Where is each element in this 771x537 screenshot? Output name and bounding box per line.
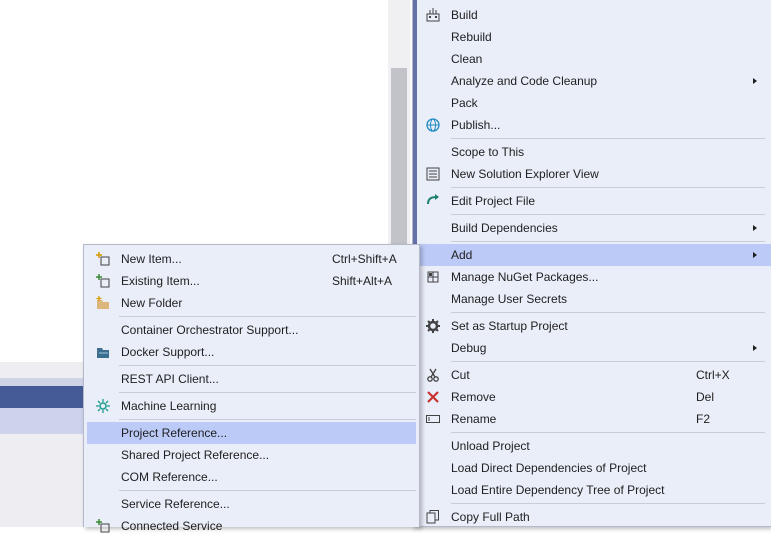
menu-item-set-startup-project[interactable]: Set as Startup Project xyxy=(417,315,771,337)
connected-service-icon xyxy=(95,519,111,533)
menu-item-analyze-code-cleanup[interactable]: Analyze and Code Cleanup xyxy=(417,70,771,92)
menu-item-unload-project[interactable]: Unload Project xyxy=(417,435,771,457)
submenu-item-container-orchestrator[interactable]: Container Orchestrator Support... xyxy=(87,319,416,341)
menu-item-load-direct-dependencies[interactable]: Load Direct Dependencies of Project xyxy=(417,457,771,479)
menu-item-clean[interactable]: Clean xyxy=(417,48,771,70)
submenu-item-shared-project-reference[interactable]: Shared Project Reference... xyxy=(87,444,416,466)
menu-item-build-dependencies[interactable]: Build Dependencies xyxy=(417,217,771,239)
menu-item-remove[interactable]: Remove Del xyxy=(417,386,771,408)
scissors-icon xyxy=(425,368,441,382)
menu-item-cut[interactable]: Cut Ctrl+X xyxy=(417,364,771,386)
menu-separator xyxy=(451,138,765,139)
menu-separator xyxy=(119,365,416,366)
docker-icon xyxy=(95,345,111,359)
new-folder-icon xyxy=(95,296,111,310)
submenu-item-docker-support[interactable]: Docker Support... xyxy=(87,341,416,363)
copy-icon xyxy=(425,510,441,524)
menu-item-manage-user-secrets[interactable]: Manage User Secrets xyxy=(417,288,771,310)
submenu-item-existing-item[interactable]: Existing Item... Shift+Alt+A xyxy=(87,270,416,292)
submenu-item-new-folder[interactable]: New Folder xyxy=(87,292,416,314)
edit-project-icon xyxy=(425,194,441,208)
add-submenu: New Item... Ctrl+Shift+A Existing Item..… xyxy=(83,244,420,533)
project-context-menu: Build Rebuild Clean Analyze and Code Cle… xyxy=(412,0,771,527)
submenu-item-project-reference[interactable]: Project Reference... xyxy=(87,422,416,444)
menu-separator xyxy=(119,419,416,420)
menu-separator xyxy=(119,316,416,317)
submenu-item-machine-learning[interactable]: Machine Learning xyxy=(87,395,416,417)
menu-item-scope-to-this[interactable]: Scope to This xyxy=(417,141,771,163)
close-icon xyxy=(425,390,441,404)
menu-item-publish[interactable]: Publish... xyxy=(417,114,771,136)
gear-icon xyxy=(425,319,441,333)
menu-item-pack[interactable]: Pack xyxy=(417,92,771,114)
submenu-arrow-icon xyxy=(753,225,757,231)
menu-separator xyxy=(119,392,416,393)
menu-item-rebuild[interactable]: Rebuild xyxy=(417,26,771,48)
menu-separator xyxy=(451,187,765,188)
submenu-item-com-reference[interactable]: COM Reference... xyxy=(87,466,416,488)
build-icon xyxy=(425,8,441,22)
solution-explorer-icon xyxy=(425,167,441,181)
existing-item-icon xyxy=(95,274,111,288)
submenu-arrow-icon xyxy=(753,78,757,84)
menu-separator xyxy=(451,503,765,504)
menu-separator xyxy=(451,214,765,215)
menu-item-new-solution-explorer-view[interactable]: New Solution Explorer View xyxy=(417,163,771,185)
submenu-item-service-reference[interactable]: Service Reference... xyxy=(87,493,416,515)
submenu-arrow-icon xyxy=(753,252,757,258)
globe-icon xyxy=(425,118,441,132)
nuget-icon xyxy=(425,270,441,284)
menu-item-manage-nuget[interactable]: Manage NuGet Packages... xyxy=(417,266,771,288)
submenu-item-new-item[interactable]: New Item... Ctrl+Shift+A xyxy=(87,248,416,270)
menu-separator xyxy=(451,241,765,242)
menu-separator xyxy=(451,432,765,433)
menu-separator xyxy=(119,490,416,491)
menu-item-rename[interactable]: Rename F2 xyxy=(417,408,771,430)
submenu-item-rest-api-client[interactable]: REST API Client... xyxy=(87,368,416,390)
menu-separator xyxy=(451,361,765,362)
rename-icon xyxy=(425,412,441,426)
menu-item-edit-project-file[interactable]: Edit Project File xyxy=(417,190,771,212)
menu-item-copy-full-path[interactable]: Copy Full Path xyxy=(417,506,771,528)
submenu-arrow-icon xyxy=(753,345,757,351)
machine-learning-icon xyxy=(95,399,111,413)
submenu-item-connected-service[interactable]: Connected Service xyxy=(87,515,416,537)
menu-item-load-entire-dependency-tree[interactable]: Load Entire Dependency Tree of Project xyxy=(417,479,771,501)
menu-item-add[interactable]: Add xyxy=(417,244,771,266)
menu-item-debug[interactable]: Debug xyxy=(417,337,771,359)
menu-separator xyxy=(451,312,765,313)
menu-item-build[interactable]: Build xyxy=(417,4,771,26)
new-item-icon xyxy=(95,252,111,266)
